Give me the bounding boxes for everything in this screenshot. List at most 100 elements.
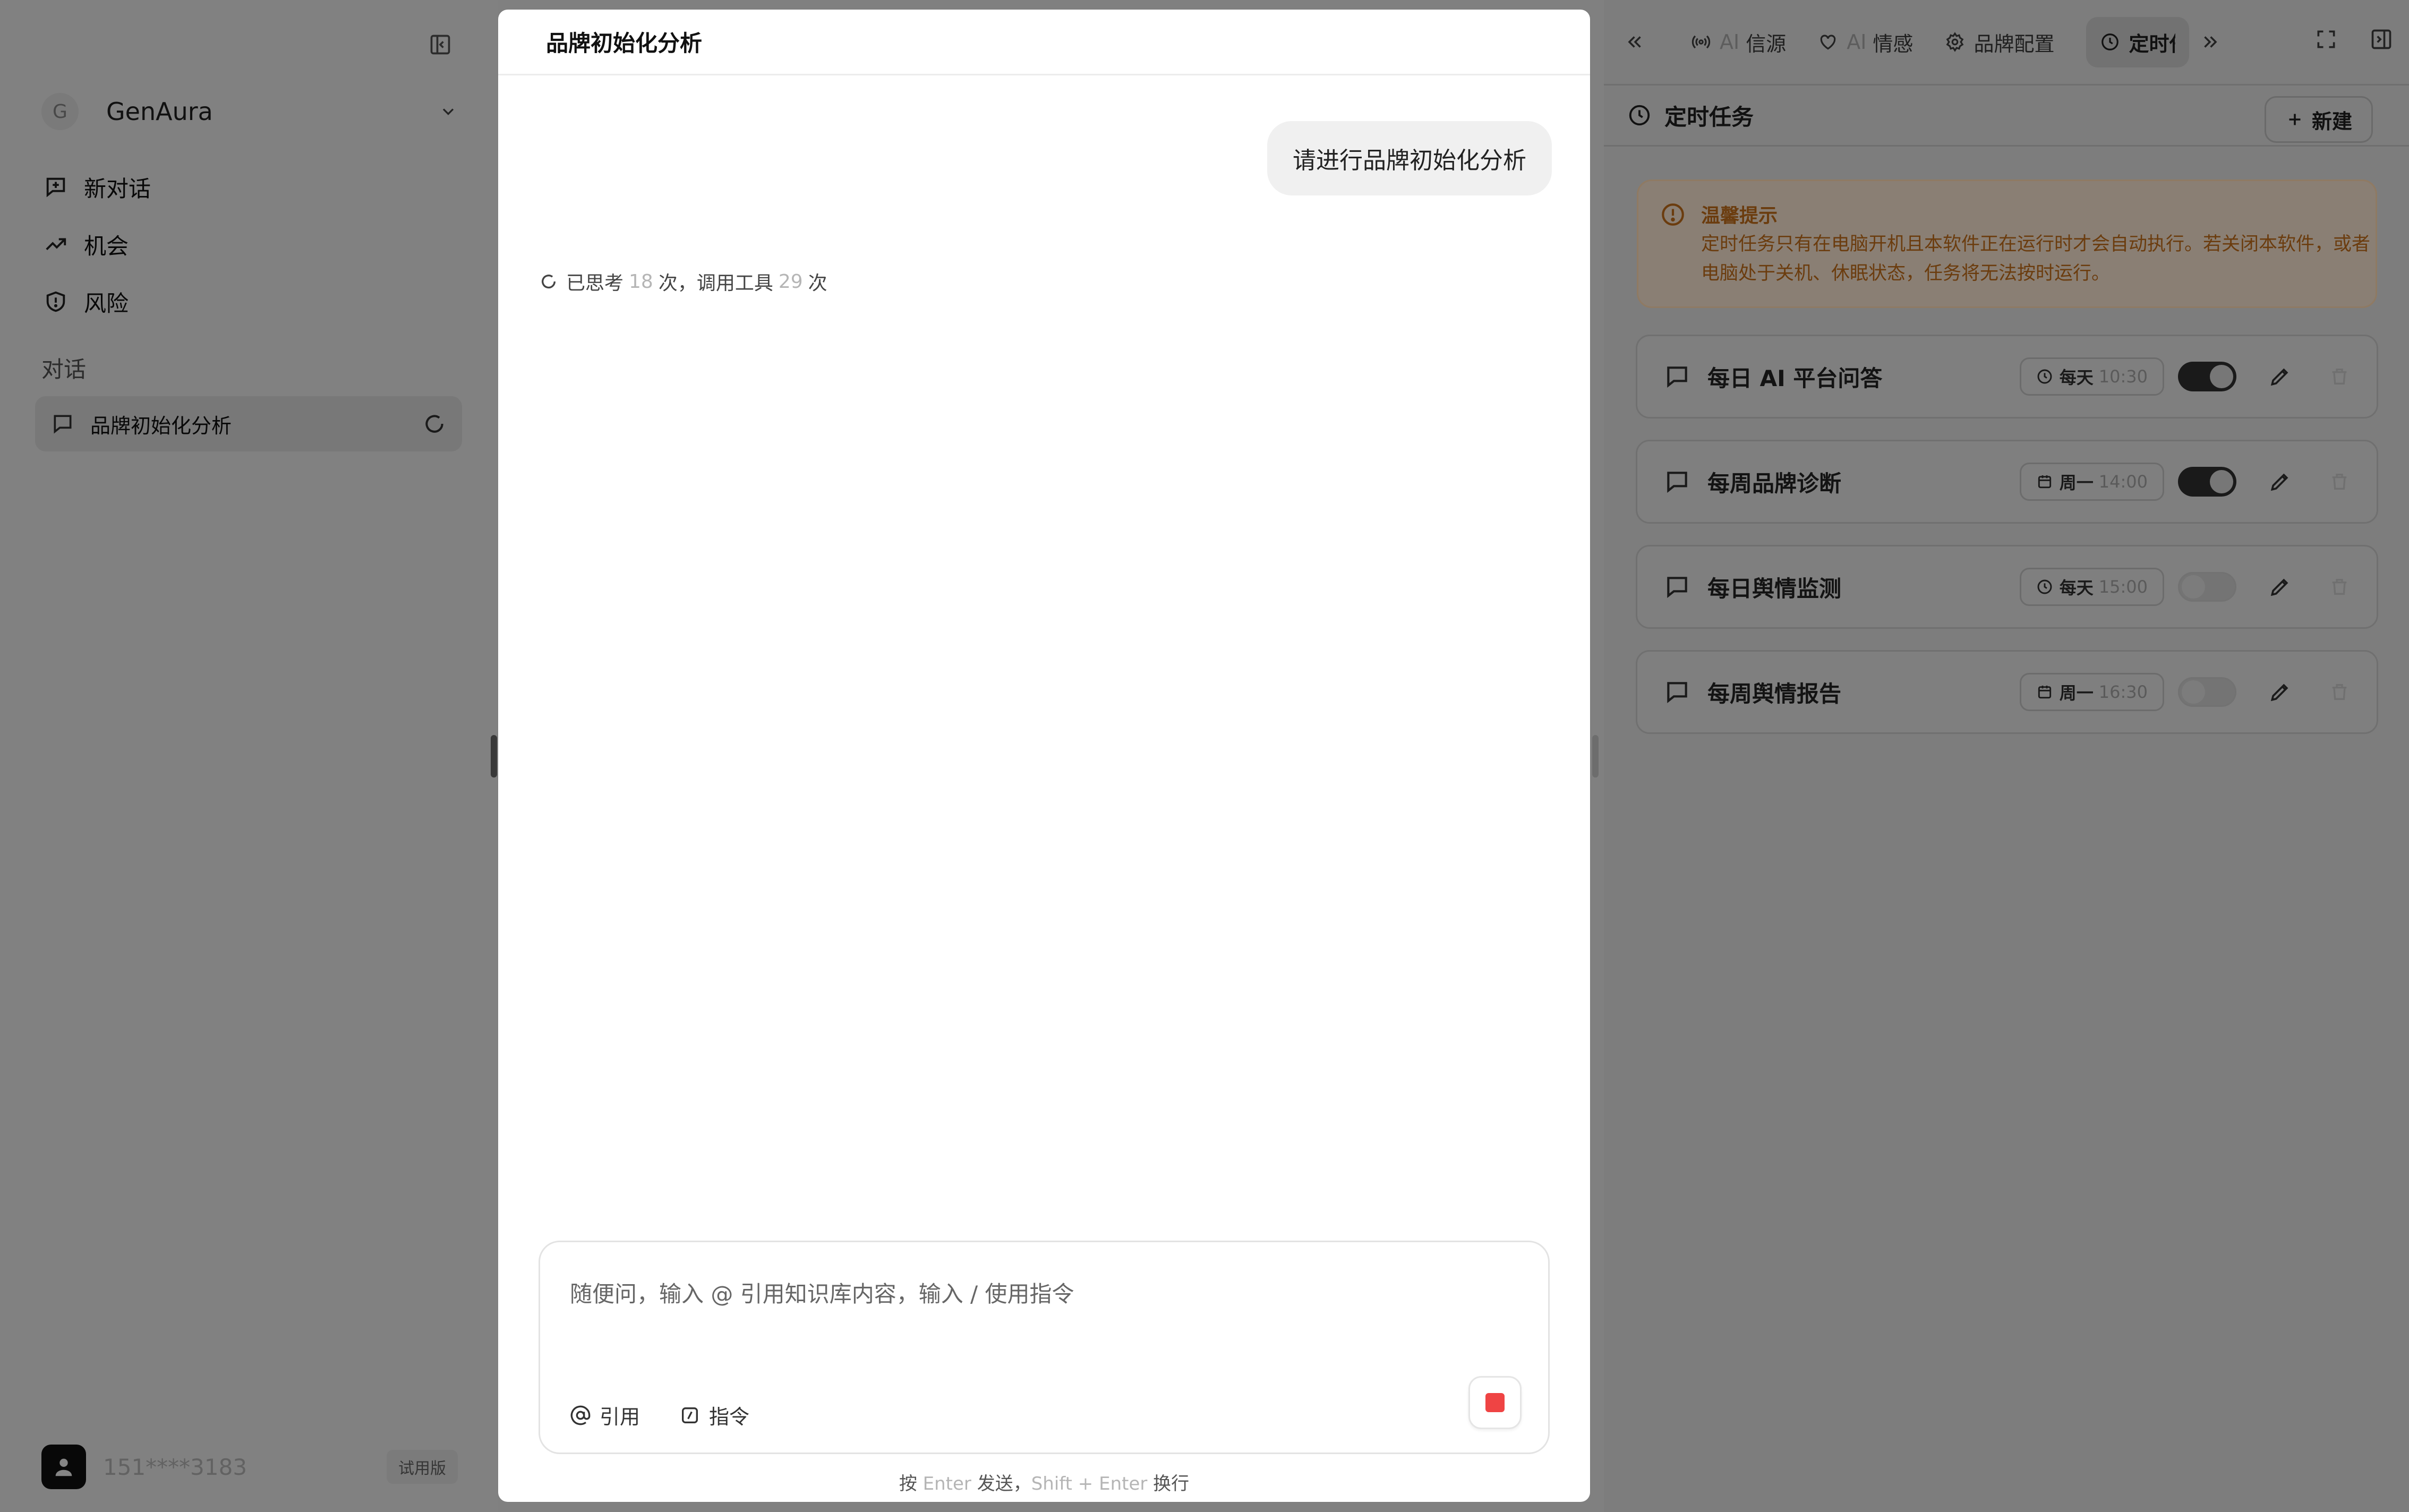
plus-icon — [2289, 114, 2301, 125]
tab-scheduled-tasks[interactable]: 定时任务 — [2086, 16, 2190, 67]
pencil-icon[interactable] — [2268, 365, 2292, 388]
task-enable-toggle[interactable] — [2178, 677, 2236, 707]
tab-label: 定时任务 — [2129, 32, 2175, 56]
conversation-label: 品牌初始化分析 — [90, 414, 232, 438]
keyboard-hint: 按 Enter 发送，Shift + Enter 换行 — [498, 1469, 1590, 1495]
collapse-sidebar-button[interactable] — [425, 29, 456, 60]
task-name: 每日 AI 平台问答 — [1707, 365, 1883, 391]
calendar-icon — [2038, 475, 2051, 489]
schedule-badge[interactable]: 每天 10:30 — [2019, 357, 2164, 396]
nav-risk[interactable]: 风险 — [44, 280, 129, 323]
task-name: 每日舆情监测 — [1707, 575, 1842, 602]
user-icon — [55, 1458, 72, 1476]
workspace-switcher[interactable]: G GenAura — [41, 86, 458, 137]
pencil-icon[interactable] — [2268, 680, 2292, 704]
task-enable-toggle[interactable] — [2178, 467, 2236, 497]
clock-icon — [1629, 105, 1650, 126]
user-account[interactable]: 151****3183 试用版 — [41, 1443, 458, 1490]
toggle-knob — [2210, 365, 2233, 388]
schedule-badge[interactable]: 周一 14:00 — [2019, 463, 2164, 501]
stop-generation-button[interactable] — [1468, 1376, 1522, 1429]
stop-icon — [1485, 1393, 1505, 1412]
tab-prefix: AI — [1720, 30, 1740, 54]
sidebar: G GenAura 新对话 机会 风险 对话 品牌初始化分析 151****31… — [0, 0, 498, 1512]
hint-shift-enter-key: Shift + Enter — [1031, 1473, 1148, 1494]
user-phone: 151****3183 — [103, 1454, 247, 1480]
nav-opportunity[interactable]: 机会 — [44, 223, 129, 266]
calendar-icon — [2038, 686, 2051, 699]
task-name: 每周品牌诊断 — [1707, 470, 1842, 497]
workspace-avatar: G — [41, 93, 79, 130]
new-task-button[interactable]: 新建 — [2264, 96, 2373, 143]
tab-label: 信源 — [1746, 32, 1787, 56]
new-chat-icon — [46, 177, 65, 198]
task-row[interactable]: 每日 AI 平台问答 每天 10:30 — [1636, 335, 2378, 418]
workspace-name: GenAura — [106, 97, 213, 126]
message-composer: 引用 指令 — [539, 1241, 1550, 1454]
message-input[interactable] — [570, 1275, 1515, 1312]
task-row[interactable]: 每日舆情监测 每天 15:00 — [1636, 545, 2378, 629]
schedule-badge[interactable]: 每天 15:00 — [2019, 568, 2164, 606]
collapse-panel-button[interactable] — [2370, 28, 2393, 53]
tab-ai-sources[interactable]: AI 信源 — [1691, 28, 1786, 57]
schedule-time: 14:00 — [2098, 472, 2148, 492]
expand-icon — [2317, 30, 2335, 48]
schedule-frequency: 每天 — [2059, 368, 2094, 388]
think-count: 18 — [629, 270, 653, 293]
trial-badge: 试用版 — [387, 1450, 458, 1484]
cite-button[interactable]: 引用 — [570, 1400, 640, 1430]
chat-bubble-icon — [1667, 472, 1687, 493]
at-sign-icon — [570, 1405, 591, 1425]
tool-count: 29 — [778, 270, 803, 293]
trash-icon[interactable] — [2329, 471, 2350, 492]
task-enable-toggle[interactable] — [2178, 572, 2236, 602]
panel-tabbar: AI 信源 AI 情感 品牌配置 定时任务 — [1604, 0, 2409, 84]
panel-actions — [2314, 28, 2393, 53]
trash-icon[interactable] — [2329, 576, 2350, 597]
trash-icon[interactable] — [2329, 366, 2350, 387]
chat-panel: 品牌初始化分析 请进行品牌初始化分析 已思考 18 次，调用工具 29 次 引用… — [498, 10, 1590, 1502]
task-row[interactable]: 每周品牌诊断 周一 14:00 — [1636, 440, 2378, 524]
scroll-tabs-left-button[interactable] — [1625, 32, 1654, 52]
panel-right-icon — [2371, 29, 2391, 49]
pencil-icon[interactable] — [2268, 470, 2292, 493]
status-mid: 次，调用工具 — [658, 272, 773, 294]
tab-ai-sentiment[interactable]: AI 情感 — [1818, 28, 1913, 57]
sidebar-toggle-icon — [430, 35, 450, 55]
task-enable-toggle[interactable] — [2178, 362, 2236, 391]
conversation-item[interactable]: 品牌初始化分析 — [35, 396, 462, 451]
command-button[interactable]: 指令 — [679, 1400, 749, 1430]
tab-brand-config[interactable]: 品牌配置 — [1945, 28, 2054, 57]
chat-bubble-icon — [1667, 366, 1687, 388]
nav-label: 机会 — [84, 233, 129, 259]
section-label-conversations: 对话 — [41, 356, 87, 382]
pencil-icon[interactable] — [2268, 575, 2292, 599]
app-window: G GenAura 新对话 机会 风险 对话 品牌初始化分析 151****31… — [0, 0, 2409, 1512]
left-resize-handle[interactable] — [491, 735, 497, 778]
fullscreen-button[interactable] — [2314, 28, 2338, 53]
chat-bubble-icon — [54, 415, 72, 434]
broadcast-icon — [1692, 35, 1711, 49]
trending-up-icon — [46, 238, 66, 250]
schedule-time: 10:30 — [2098, 366, 2148, 387]
scroll-tabs-right-button[interactable] — [2200, 32, 2228, 52]
alert-circle-icon — [1662, 203, 1684, 226]
clock-icon — [2037, 579, 2052, 594]
right-resize-handle[interactable] — [1592, 735, 1599, 778]
clock-icon — [2037, 369, 2052, 384]
toggle-knob — [2182, 575, 2205, 599]
nav-new-chat[interactable]: 新对话 — [44, 166, 151, 208]
warning-notice: 温馨提示 定时任务只有在电脑开机且本软件正在运行时才会自动执行。若关闭本软件，或… — [1637, 180, 2377, 308]
loading-spinner-icon — [541, 275, 556, 289]
hint-newline: 换行 — [1153, 1473, 1190, 1494]
hint-send: 发送， — [977, 1473, 1031, 1494]
chat-bubble-icon — [1667, 682, 1687, 704]
task-row[interactable]: 每周舆情报告 周一 16:30 — [1636, 650, 2378, 734]
schedule-badge[interactable]: 周一 16:30 — [2019, 673, 2164, 711]
trash-icon[interactable] — [2329, 681, 2350, 703]
notice-title: 温馨提示 — [1701, 205, 1778, 227]
command-label: 指令 — [709, 1405, 750, 1429]
toggle-knob — [2182, 680, 2205, 704]
tab-label: 品牌配置 — [1974, 32, 2055, 56]
hint-enter-key: Enter — [922, 1473, 971, 1494]
